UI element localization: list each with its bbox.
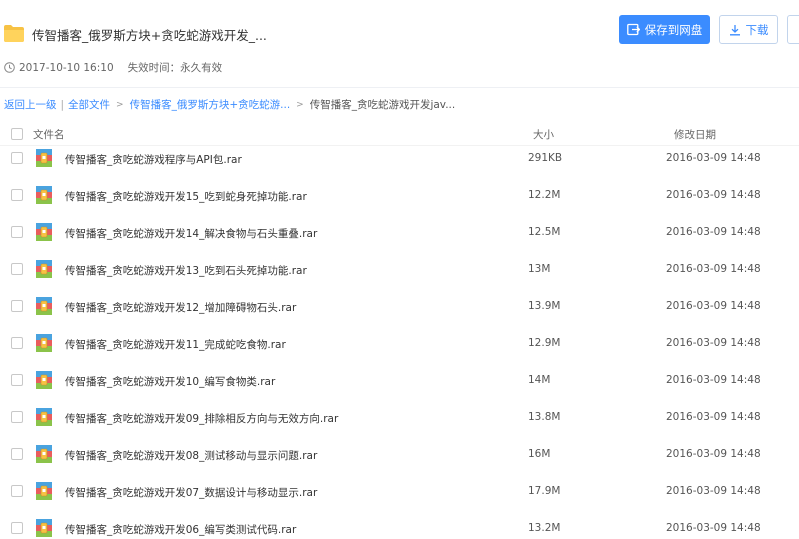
file-name[interactable]: 传智播客_贪吃蛇游戏开发10_编写食物类.rar [65, 374, 275, 389]
breadcrumb-all-files[interactable]: 全部文件 [68, 97, 110, 112]
file-row[interactable]: 传智播客_贪吃蛇游戏开发07_数据设计与移动显示.rar 17.9M 2016-03… [0, 473, 799, 510]
created-time: 2017-10-10 16:10 [19, 61, 114, 74]
rar-archive-icon [36, 260, 52, 278]
file-date: 2016-03-09 14:48 [666, 374, 761, 386]
clock-icon [4, 62, 15, 73]
folder-icon [4, 25, 24, 42]
rar-archive-icon [36, 334, 52, 352]
file-date: 2016-03-09 14:48 [666, 522, 761, 534]
file-size: 291KB [528, 152, 563, 164]
download-icon [729, 24, 740, 35]
file-checkbox[interactable] [11, 152, 23, 164]
rar-archive-icon [36, 186, 52, 204]
file-size: 13.2M [528, 522, 561, 534]
file-date: 2016-03-09 14:48 [666, 411, 761, 423]
file-date: 2016-03-09 14:48 [666, 152, 761, 164]
save-label: 保存到网盘 [644, 22, 703, 37]
file-name[interactable]: 传智播客_贪吃蛇游戏开发15_吃到蛇身死掉功能.rar [65, 189, 307, 204]
file-checkbox[interactable] [11, 485, 23, 497]
rar-archive-icon [36, 297, 52, 315]
header-divider [0, 87, 799, 88]
file-size: 13.9M [528, 300, 561, 312]
file-row[interactable]: 传智播客_贪吃蛇游戏开发12_增加障碍物石头.rar 13.9M 2016-03-0… [0, 288, 799, 325]
file-date: 2016-03-09 14:48 [666, 189, 761, 201]
file-checkbox[interactable] [11, 411, 23, 423]
rar-archive-icon [36, 482, 52, 500]
file-checkbox[interactable] [11, 300, 23, 312]
file-checkbox[interactable] [11, 374, 23, 386]
download-button[interactable]: 下载 [719, 15, 778, 44]
file-row[interactable]: 传智播客_贪吃蛇游戏开发10_编写食物类.rar 14M 2016-03-09 14… [0, 362, 799, 399]
file-row[interactable]: 传智播客_贪吃蛇游戏开发11_完成蛇吃食物.rar 12.9M 2016-03-09… [0, 325, 799, 362]
breadcrumb-arrow-icon: > [116, 99, 124, 110]
share-header: 传智播客_俄罗斯方块+贪吃蛇游戏开发_... 2017-10-10 16:10 … [0, 0, 799, 88]
rar-archive-icon [36, 371, 52, 389]
more-button[interactable] [787, 15, 799, 44]
file-date: 2016-03-09 14:48 [666, 263, 761, 275]
share-meta: 2017-10-10 16:10 失效时间：永久有效 [4, 60, 222, 75]
file-size: 17.9M [528, 485, 561, 497]
file-date: 2016-03-09 14:48 [666, 226, 761, 238]
file-size: 16M [528, 448, 551, 460]
file-checkbox[interactable] [11, 448, 23, 460]
rar-archive-icon [36, 149, 52, 167]
file-row[interactable]: 传智播客_贪吃蛇游戏开发06_编写类测试代码.rar 13.2M 2016-03-0… [0, 510, 799, 539]
file-row[interactable]: 传智播客_贪吃蛇游戏开发08_测试移动与显示问题.rar 16M 2016-03-0… [0, 436, 799, 473]
breadcrumb-separator: | [60, 98, 65, 111]
file-row[interactable]: 传智播客_贪吃蛇游戏开发15_吃到蛇身死掉功能.rar 12.2M 2016-03-… [0, 177, 799, 214]
rar-archive-icon [36, 223, 52, 241]
file-checkbox[interactable] [11, 189, 23, 201]
file-size: 12.5M [528, 226, 561, 238]
file-size: 13.8M [528, 411, 561, 423]
rar-archive-icon [36, 445, 52, 463]
file-size: 12.2M [528, 189, 561, 201]
file-row[interactable]: 传智播客_贪吃蛇游戏开发09_排除相反方向与无效方向.rar 13.8M 2016-… [0, 399, 799, 436]
expire-time: 失效时间：永久有效 [127, 62, 223, 74]
file-name[interactable]: 传智播客_贪吃蛇游戏开发11_完成蛇吃食物.rar [65, 337, 286, 352]
rar-archive-icon [36, 519, 52, 537]
file-row[interactable]: 传智播客_贪吃蛇游戏程序与API包.rar 291KB 2016-03-09 14:… [0, 140, 799, 177]
save-icon [626, 23, 640, 36]
file-date: 2016-03-09 14:48 [666, 337, 761, 349]
breadcrumb-current: 传智播客_贪吃蛇游戏开发jav... [309, 99, 456, 111]
select-all-checkbox[interactable] [11, 128, 23, 140]
file-name[interactable]: 传智播客_贪吃蛇游戏开发06_编写类测试代码.rar [65, 522, 296, 537]
file-date: 2016-03-09 14:48 [666, 485, 761, 497]
breadcrumb-back[interactable]: 返回上一级 [4, 97, 57, 112]
file-name[interactable]: 传智播客_贪吃蛇游戏程序与API包.rar [65, 152, 242, 167]
file-checkbox[interactable] [11, 226, 23, 238]
file-size: 12.9M [528, 337, 561, 349]
rar-archive-icon [36, 408, 52, 426]
file-name[interactable]: 传智播客_贪吃蛇游戏开发13_吃到石头死掉功能.rar [65, 263, 307, 278]
file-name[interactable]: 传智播客_贪吃蛇游戏开发09_排除相反方向与无效方向.rar [65, 411, 338, 426]
breadcrumb: 返回上一级 | 全部文件 > 传智播客_俄罗斯方块+贪吃蛇游... > 传智播客… [4, 97, 455, 112]
file-name[interactable]: 传智播客_贪吃蛇游戏开发14_解决食物与石头重叠.rar [65, 226, 317, 241]
file-name[interactable]: 传智播客_贪吃蛇游戏开发08_测试移动与显示问题.rar [65, 448, 317, 463]
file-date: 2016-03-09 14:48 [666, 448, 761, 460]
file-name[interactable]: 传智播客_贪吃蛇游戏开发07_数据设计与移动显示.rar [65, 485, 317, 500]
breadcrumb-parent[interactable]: 传智播客_俄罗斯方块+贪吃蛇游... [130, 97, 291, 112]
share-title: 传智播客_俄罗斯方块+贪吃蛇游戏开发_... [32, 28, 267, 43]
file-row[interactable]: 传智播客_贪吃蛇游戏开发14_解决食物与石头重叠.rar 12.5M 2016-03… [0, 214, 799, 251]
file-size: 13M [528, 263, 551, 275]
download-label: 下载 [745, 22, 769, 37]
file-checkbox[interactable] [11, 337, 23, 349]
save-to-disk-button[interactable]: 保存到网盘 [619, 15, 710, 44]
file-checkbox[interactable] [11, 263, 23, 275]
breadcrumb-arrow-icon: > [296, 99, 304, 110]
file-date: 2016-03-09 14:48 [666, 300, 761, 312]
file-checkbox[interactable] [11, 522, 23, 534]
file-name[interactable]: 传智播客_贪吃蛇游戏开发12_增加障碍物石头.rar [65, 300, 296, 315]
file-row[interactable]: 传智播客_贪吃蛇游戏开发13_吃到石头死掉功能.rar 13M 2016-03-09… [0, 251, 799, 288]
file-size: 14M [528, 374, 551, 386]
